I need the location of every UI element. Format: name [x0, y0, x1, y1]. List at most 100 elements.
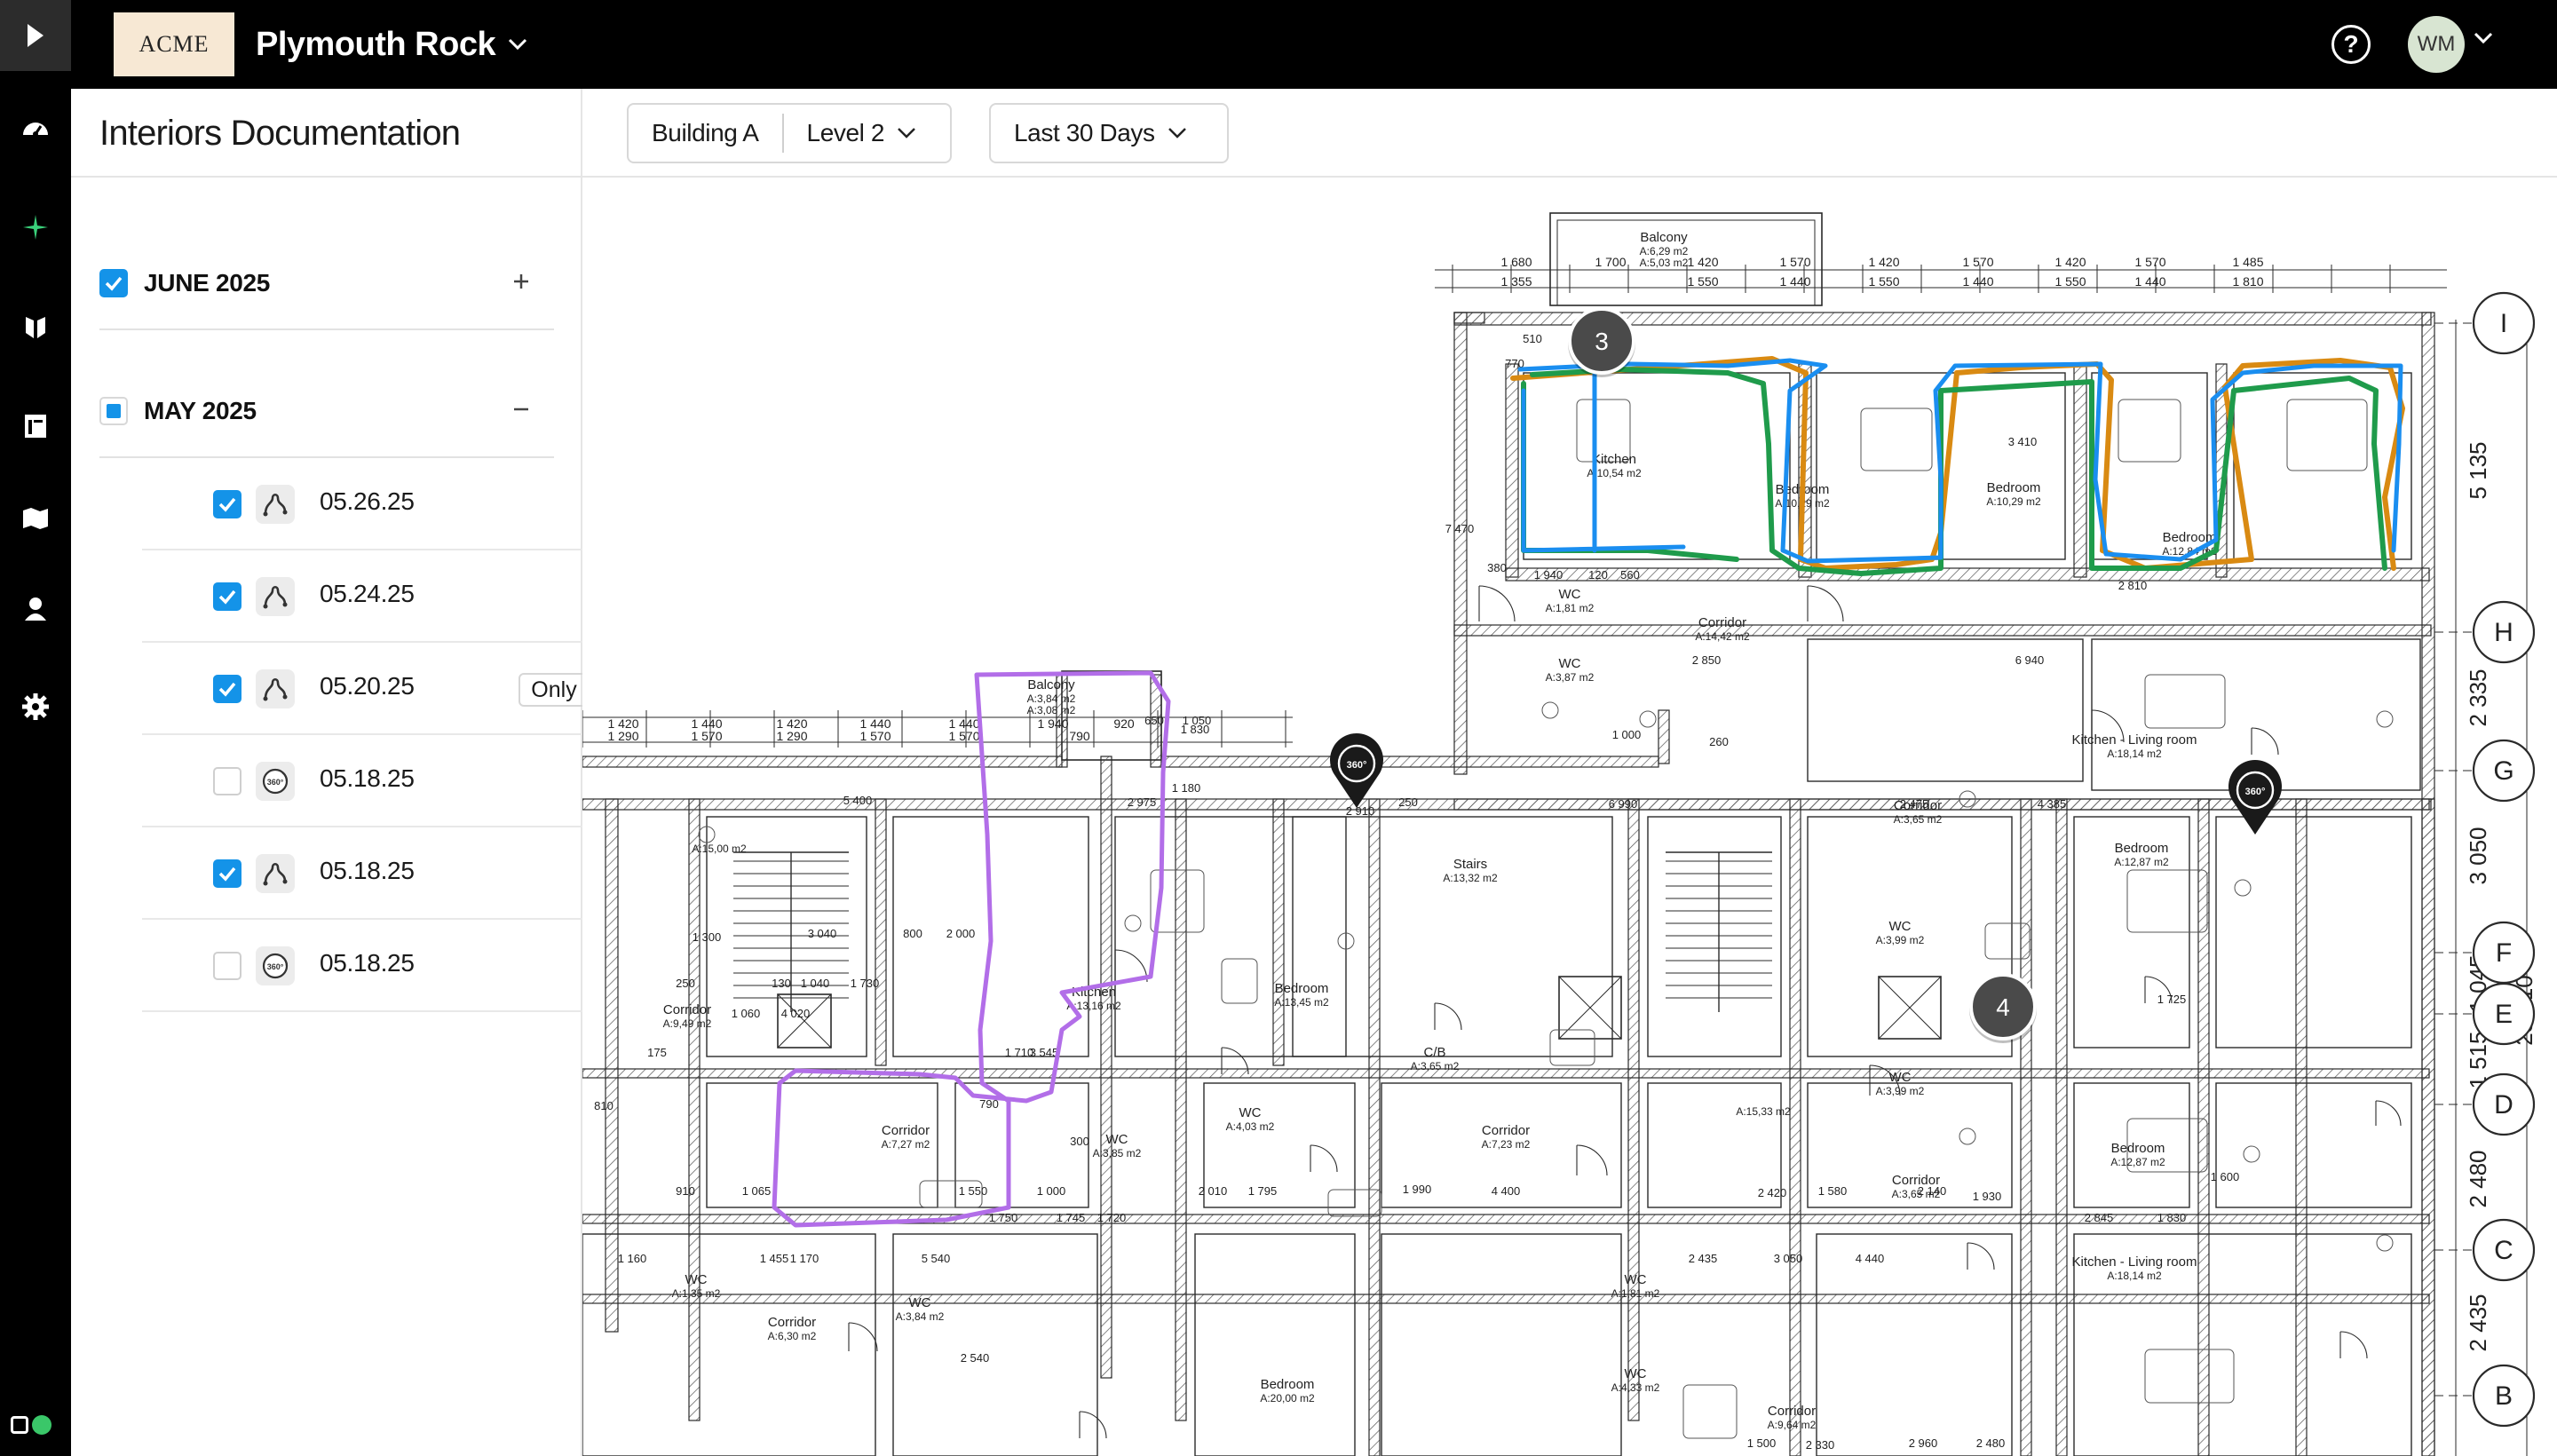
- dimension-label: 2 960: [1909, 1436, 1938, 1450]
- room-area: A:12,87 m2: [2114, 856, 2169, 868]
- capture-checkbox[interactable]: [213, 490, 241, 518]
- location-pin[interactable]: 4: [1969, 973, 2037, 1043]
- plan-furniture: [1221, 958, 1258, 1004]
- level-select[interactable]: Level 2: [784, 115, 940, 151]
- dimension-label: 1 550: [2054, 274, 2086, 289]
- group-checkbox[interactable]: [99, 269, 128, 297]
- capture-sparkle-icon[interactable]: [18, 210, 53, 245]
- plan-rect: [892, 1233, 1098, 1456]
- dimension-label: 1 750: [989, 1211, 1018, 1224]
- dimension-label: 560: [1620, 568, 1640, 582]
- panel-title: Interiors Documentation: [99, 114, 461, 153]
- capture-checkbox[interactable]: [213, 675, 241, 703]
- capture-checkbox[interactable]: [213, 582, 241, 611]
- group-checkbox[interactable]: [99, 397, 128, 425]
- capture-date: 05.18.25: [320, 857, 415, 884]
- dimension-label: 2 480: [1976, 1436, 2006, 1450]
- plan-fixture: [2234, 879, 2252, 897]
- dimension-label: 810: [594, 1099, 614, 1112]
- dimension-label: 790: [1069, 729, 1090, 743]
- room-area: A:3,84 m2: [896, 1310, 945, 1323]
- pin-number: 3: [1595, 328, 1609, 355]
- avatar[interactable]: WM: [2408, 16, 2465, 73]
- grid-axis-label: I: [2500, 309, 2507, 338]
- document-icon[interactable]: [18, 408, 53, 444]
- capture-date: 05.20.25: [320, 672, 415, 700]
- dimension-label: 120: [1588, 568, 1608, 582]
- sidebar-toggle-button[interactable]: [0, 0, 71, 71]
- plan-rect: [2233, 372, 2412, 560]
- walk-path-icon: [256, 485, 295, 524]
- 360-pin-icon[interactable]: 360°: [2228, 760, 2282, 835]
- plan-fixture: [2376, 1234, 2394, 1252]
- month-group-may[interactable]: MAY 2025: [99, 366, 554, 458]
- dimension-label: 1 700: [1595, 255, 1626, 269]
- building-select[interactable]: Building A: [629, 115, 782, 151]
- grid-axis-label: C: [2494, 1236, 2513, 1265]
- dimension-label: 1 440: [2134, 274, 2165, 289]
- collapse-minus-icon[interactable]: [508, 396, 534, 423]
- room-area: A:7,27 m2: [882, 1138, 930, 1151]
- plan-wall: [1789, 798, 1801, 1456]
- month-group-june[interactable]: JUNE 2025: [99, 238, 554, 330]
- help-button[interactable]: ?: [2331, 25, 2371, 64]
- room-area: A:13,45 m2: [1274, 996, 1329, 1009]
- door-swing: [2375, 1100, 2402, 1127]
- only-button[interactable]: Only: [519, 673, 590, 707]
- date-range-select[interactable]: Last 30 Days: [989, 103, 1229, 163]
- capture-checkbox[interactable]: [213, 859, 241, 888]
- location-pin[interactable]: 3: [1568, 307, 1635, 377]
- map-icon[interactable]: [18, 501, 53, 536]
- capture-row[interactable]: 05.24.25: [142, 550, 625, 643]
- connection-status: [11, 1415, 51, 1435]
- 360-pin-icon[interactable]: 360°: [1330, 732, 1383, 808]
- dimension-label: 1 000: [1037, 1184, 1066, 1198]
- door-swing: [848, 1322, 878, 1352]
- location-selector[interactable]: Building A Level 2: [627, 103, 952, 163]
- dimension-label: 1 830: [1181, 723, 1210, 736]
- floor-plan-canvas[interactable]: 1 680 1 355 1 700 1 550 1 420 1 440 1 570 1 550…: [582, 178, 2557, 1456]
- dimension-label: 1 355: [1500, 274, 1532, 289]
- capture-row[interactable]: 05.20.25 Only: [142, 643, 625, 735]
- dimension-label: 920: [1113, 716, 1135, 731]
- room-area: A:13,32 m2: [1443, 872, 1498, 884]
- filter-bar: Building A Level 2 Last 30 Days: [582, 89, 2557, 178]
- dimension-label: 2 975: [1128, 795, 1157, 809]
- dimension-label: 260: [1709, 735, 1729, 748]
- company-logo: ACME: [114, 12, 234, 76]
- door-swing: [1807, 585, 1844, 622]
- plan-rect: [1523, 372, 1791, 560]
- level-label: Level 2: [806, 119, 885, 146]
- room-name: Stairs: [1453, 857, 1487, 872]
- dimension-label: 1 420: [1687, 255, 1718, 269]
- capture-row[interactable]: 05.26.25: [142, 458, 625, 550]
- dimension-label: 2 420: [1758, 1186, 1787, 1199]
- plan-wall: [1453, 312, 1468, 775]
- status-online-dot: [32, 1415, 51, 1435]
- capture-checkbox[interactable]: [213, 767, 241, 795]
- room-name: WC: [909, 1295, 931, 1310]
- dimension-label: 1 060: [732, 1007, 761, 1020]
- layers-icon[interactable]: [18, 309, 53, 344]
- dimension-label: 1 550: [959, 1184, 988, 1198]
- plan-furniture: [2126, 869, 2208, 933]
- user-icon[interactable]: [18, 591, 53, 627]
- capture-row[interactable]: 360° 05.18.25: [142, 920, 625, 1012]
- gear-icon[interactable]: [18, 689, 53, 724]
- dimension-label: 1 730: [851, 977, 880, 990]
- capture-checkbox[interactable]: [213, 952, 241, 980]
- capture-row[interactable]: 360° 05.18.25: [142, 735, 625, 827]
- project-name: Plymouth Rock: [256, 25, 496, 63]
- expand-plus-icon[interactable]: [508, 268, 534, 295]
- chevron-down-icon[interactable]: [2474, 32, 2493, 44]
- plan-fixture: [1124, 914, 1142, 932]
- plan-furniture: [1549, 1029, 1595, 1066]
- room-name: WC: [1239, 1105, 1262, 1120]
- grid-axis-label: E: [2495, 1000, 2513, 1029]
- project-switcher[interactable]: Plymouth Rock: [256, 20, 527, 69]
- dashboard-icon[interactable]: [18, 110, 53, 146]
- door-swing: [1310, 1144, 1338, 1173]
- floor-plan-viewer[interactable]: 1 680 1 355 1 700 1 550 1 420 1 440 1 570 1 550…: [582, 178, 2557, 1456]
- capture-row[interactable]: 05.18.25: [142, 827, 625, 920]
- plan-fixture: [1959, 1128, 1976, 1145]
